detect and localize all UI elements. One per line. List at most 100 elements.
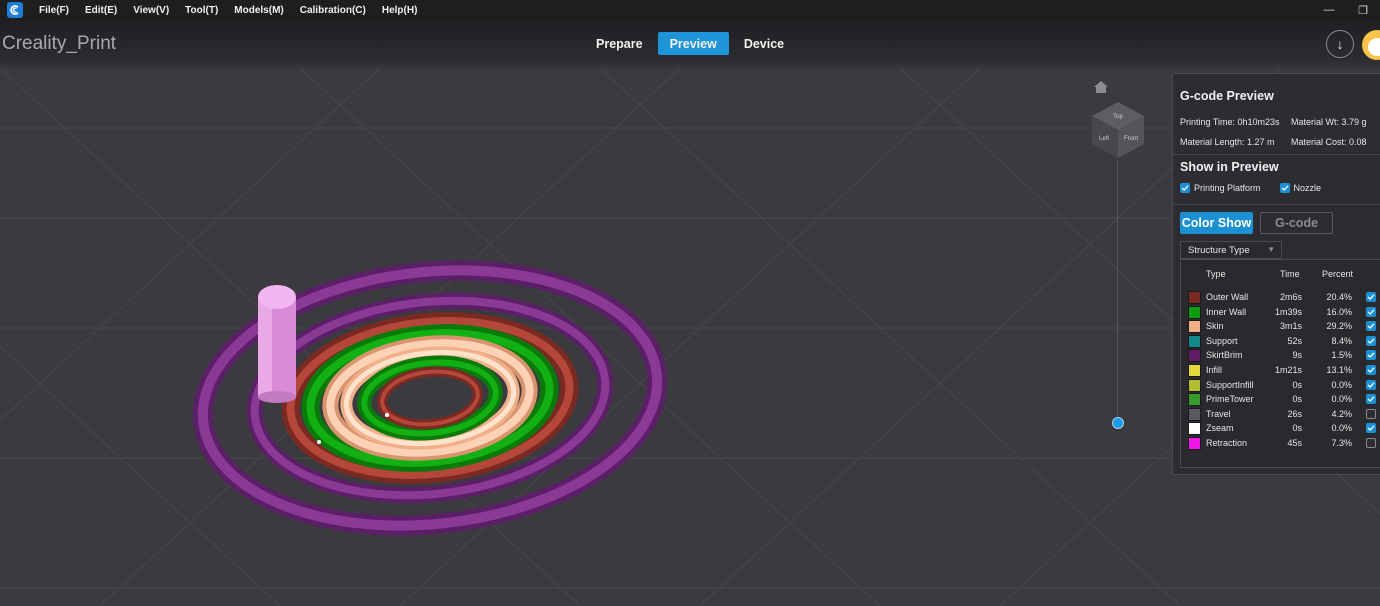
legend-row: Skin 3m1s 29.2%: [1181, 319, 1380, 334]
legend-row: PrimeTower 0s 0.0%: [1181, 392, 1380, 407]
structure-visible-checkbox[interactable]: [1366, 335, 1376, 346]
col-header-type: Type: [1206, 269, 1226, 279]
structure-percent: 20.4%: [1326, 292, 1352, 302]
color-swatch: [1188, 422, 1201, 436]
structure-visible-checkbox[interactable]: [1366, 438, 1376, 448]
legend-row: SkirtBrim 9s 1.5%: [1181, 348, 1380, 363]
menu-view[interactable]: View(V): [133, 5, 169, 16]
menu-bar: File(F) Edit(E) View(V) Tool(T) Models(M…: [0, 0, 1380, 20]
menu-tool[interactable]: Tool(T): [185, 5, 218, 16]
legend-row: Support 52s 8.4%: [1181, 334, 1380, 348]
layer-slider-track: [1117, 160, 1118, 422]
app-logo-icon: [7, 2, 23, 18]
structure-percent: 29.2%: [1326, 321, 1352, 332]
structure-time: 0s: [1292, 379, 1302, 390]
color-swatch: [1188, 291, 1201, 304]
structure-percent: 0.0%: [1331, 423, 1352, 434]
material-length: Material Length: 1.27 m: [1180, 137, 1275, 147]
menu-file[interactable]: File(F): [39, 5, 69, 16]
divider: [1173, 204, 1380, 205]
cube-top-label: Top: [1113, 114, 1123, 120]
menu-edit[interactable]: Edit(E): [85, 5, 117, 16]
structure-time: 45s: [1287, 438, 1302, 448]
nozzle-label: Nozzle: [1293, 183, 1322, 193]
structure-time: 9s: [1292, 350, 1302, 361]
structure-time: 0s: [1292, 423, 1302, 434]
structure-type-name: SupportInfill: [1206, 379, 1254, 390]
structure-percent: 4.2%: [1331, 408, 1352, 419]
tab-preview[interactable]: Preview: [657, 32, 729, 55]
color-swatch: [1188, 364, 1201, 377]
tab-device[interactable]: Device: [732, 32, 796, 55]
printing-platform-checkbox[interactable]: [1180, 183, 1190, 193]
structure-type-name: Outer Wall: [1206, 292, 1249, 302]
legend-row: SupportInfill 0s 0.0%: [1181, 378, 1380, 392]
cube-front-label: Front: [1124, 136, 1138, 142]
structure-visible-checkbox[interactable]: [1366, 423, 1376, 434]
zseam-marker: [317, 440, 321, 444]
legend-row: Outer Wall 2m6s 20.4%: [1181, 290, 1380, 304]
view-cube[interactable]: Top Left Front: [1090, 100, 1146, 160]
col-header-percent: Percent: [1322, 269, 1354, 279]
menu-calibration[interactable]: Calibration(C): [300, 5, 366, 16]
structure-time: 1m39s: [1274, 306, 1302, 317]
restore-icon[interactable]: ❐: [1346, 4, 1380, 17]
color-swatch: [1188, 349, 1201, 363]
panel-title: G-code Preview: [1180, 89, 1274, 103]
download-icon[interactable]: ↓: [1326, 30, 1354, 58]
tab-prepare[interactable]: Prepare: [584, 32, 655, 55]
structure-visible-checkbox[interactable]: [1366, 292, 1376, 302]
structure-percent: 8.4%: [1331, 335, 1352, 346]
legend-row: Inner Wall 1m39s 16.0%: [1181, 305, 1380, 319]
structure-type-name: Support: [1206, 335, 1238, 346]
legend-row: Zseam 0s 0.0%: [1181, 421, 1380, 436]
structure-visible-checkbox[interactable]: [1366, 365, 1376, 375]
structure-legend: Type Time Percent Outer Wall 2m6s 20.4% Inn…: [1180, 259, 1380, 468]
minimize-icon[interactable]: —: [1312, 4, 1346, 16]
structure-type-name: Skin: [1206, 321, 1224, 332]
structure-type-value: Structure Type: [1188, 244, 1250, 256]
structure-time: 52s: [1287, 335, 1302, 346]
zseam-marker: [385, 413, 389, 417]
mode-tabs: Prepare Preview Device: [584, 32, 799, 55]
legend-row: Retraction 45s 7.3%: [1181, 436, 1380, 450]
nozzle-checkbox[interactable]: [1279, 183, 1290, 193]
window-controls: — ❐: [1312, 0, 1380, 20]
home-icon[interactable]: [1093, 80, 1109, 94]
structure-visible-checkbox[interactable]: [1366, 350, 1376, 361]
structure-time: 0s: [1292, 394, 1302, 405]
structure-type-name: Infill: [1206, 365, 1223, 375]
gcode-preview-panel: G-code Preview Printing Time: 0h10m23s M…: [1172, 73, 1380, 475]
show-in-preview-title: Show in Preview: [1180, 160, 1279, 174]
gcode-button[interactable]: G-code: [1260, 212, 1333, 234]
color-show-button[interactable]: Color Show: [1180, 212, 1253, 234]
avatar[interactable]: [1362, 30, 1380, 60]
structure-visible-checkbox[interactable]: [1366, 408, 1376, 419]
structure-visible-checkbox[interactable]: [1366, 306, 1376, 317]
structure-percent: 0.0%: [1331, 394, 1352, 405]
printing-time: Printing Time: 0h10m23s: [1180, 117, 1280, 127]
color-swatch: [1188, 378, 1201, 392]
layer-slider-handle[interactable]: [1112, 417, 1124, 429]
color-swatch: [1188, 305, 1201, 319]
material-weight: Material Wt: 3.79 g: [1291, 117, 1367, 127]
structure-time: 2m6s: [1279, 292, 1302, 302]
menu-help[interactable]: Help(H): [382, 5, 418, 16]
structure-percent: 7.3%: [1331, 438, 1352, 448]
app-title: Creality_Print: [2, 33, 117, 54]
structure-visible-checkbox[interactable]: [1366, 321, 1376, 332]
color-swatch: [1188, 334, 1201, 348]
color-swatch: [1188, 407, 1201, 421]
structure-type-name: Inner Wall: [1206, 306, 1247, 317]
structure-type-name: Retraction: [1206, 438, 1248, 448]
structure-time: 26s: [1287, 408, 1302, 419]
prime-pillar: [258, 285, 296, 403]
structure-visible-checkbox[interactable]: [1366, 379, 1376, 390]
structure-percent: 13.1%: [1326, 365, 1352, 375]
structure-percent: 1.5%: [1331, 350, 1352, 361]
structure-visible-checkbox[interactable]: [1366, 394, 1376, 405]
menu-models[interactable]: Models(M): [234, 5, 283, 16]
cube-left-label: Left: [1099, 136, 1109, 142]
structure-type-select[interactable]: Structure Type ▼: [1180, 241, 1282, 259]
color-swatch: [1188, 393, 1201, 407]
